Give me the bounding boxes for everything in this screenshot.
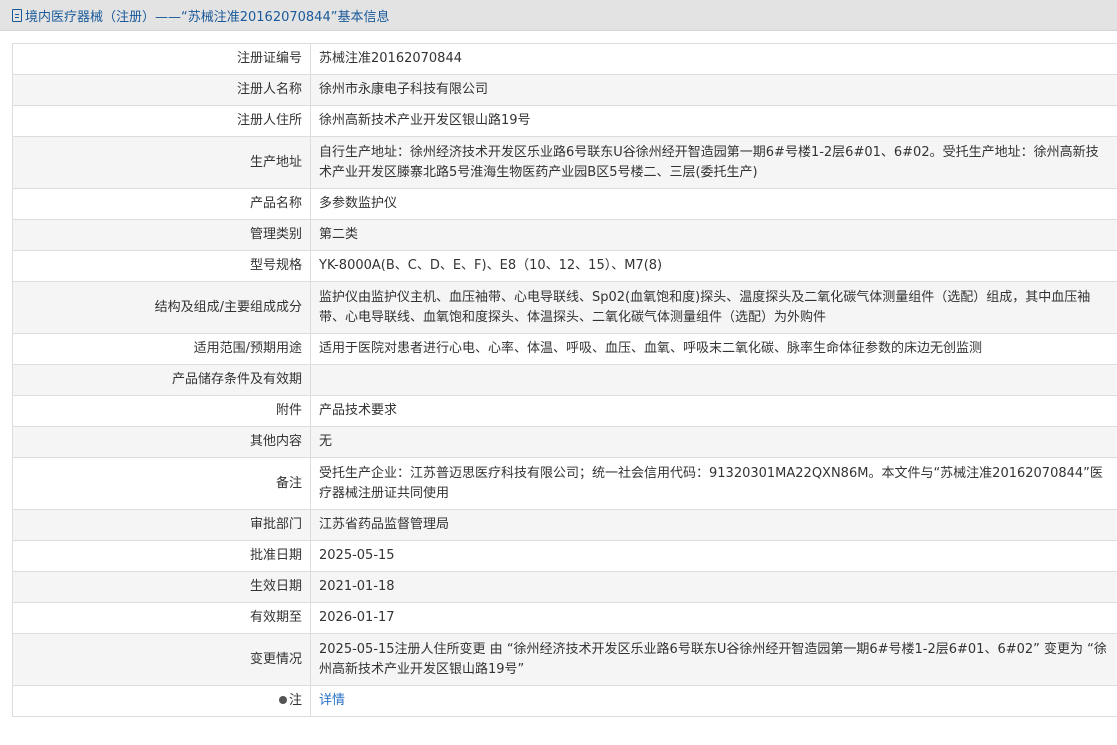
row-value: 第二类 [310, 219, 1117, 251]
row-value: 2021-01-18 [310, 571, 1117, 603]
row-label: 结构及组成/主要组成成分 [12, 281, 311, 334]
row-value: 受托生产企业：江苏普迈思医疗科技有限公司；统一社会信用代码：91320301MA… [310, 457, 1117, 510]
table-row: 型号规格 YK-8000A(B、C、D、E、F)、E8（10、12、15）、M7… [12, 250, 1117, 282]
table-row: 注 详情 [12, 685, 1117, 717]
row-label: 备注 [12, 457, 311, 510]
row-label: 注册人住所 [12, 105, 311, 137]
table-row: 附件 产品技术要求 [12, 395, 1117, 427]
table-row: 生产地址 自行生产地址：徐州经济技术开发区乐业路6号联东U谷徐州经开智造园第一期… [12, 136, 1117, 189]
page-title: 境内医疗器械（注册）——“苏械注准20162070844”基本信息 [25, 9, 390, 25]
table-row: 注册人名称 徐州市永康电子科技有限公司 [12, 74, 1117, 106]
row-value: 徐州高新技术产业开发区银山路19号 [310, 105, 1117, 137]
bulb-icon [278, 696, 287, 704]
row-label: 审批部门 [12, 509, 311, 541]
row-value: 适用于医院对患者进行心电、心率、体温、呼吸、血压、血氧、呼吸末二氧化碳、脉率生命… [310, 333, 1117, 365]
row-value: 自行生产地址：徐州经济技术开发区乐业路6号联东U谷徐州经开智造园第一期6#号楼1… [310, 136, 1117, 189]
row-label: 有效期至 [12, 602, 311, 634]
table-row: 注册人住所 徐州高新技术产业开发区银山路19号 [12, 105, 1117, 137]
row-label: 产品名称 [12, 188, 311, 220]
table-row: 生效日期 2021-01-18 [12, 571, 1117, 603]
row-value: 无 [310, 426, 1117, 458]
row-value [310, 364, 1117, 396]
row-value: 苏械注准20162070844 [310, 43, 1117, 75]
row-label: 注 [12, 685, 311, 717]
row-label: 型号规格 [12, 250, 311, 282]
row-value: 产品技术要求 [310, 395, 1117, 427]
row-value: 监护仪由监护仪主机、血压袖带、心电导联线、Sp02(血氧饱和度)探头、温度探头及… [310, 281, 1117, 334]
table-row: 其他内容 无 [12, 426, 1117, 458]
table-row: 产品名称 多参数监护仪 [12, 188, 1117, 220]
row-label: 注册证编号 [12, 43, 311, 75]
row-value: 徐州市永康电子科技有限公司 [310, 74, 1117, 106]
row-value: 2026-01-17 [310, 602, 1117, 634]
details-link[interactable]: 详情 [319, 693, 345, 708]
row-label: 变更情况 [12, 633, 311, 686]
row-value: 2025-05-15注册人住所变更 由 “徐州经济技术开发区乐业路6号联东U谷徐… [310, 633, 1117, 686]
row-label: 生效日期 [12, 571, 311, 603]
row-value: 江苏省药品监督管理局 [310, 509, 1117, 541]
row-label: 其他内容 [12, 426, 311, 458]
table-row: 管理类别 第二类 [12, 219, 1117, 251]
row-label: 注册人名称 [12, 74, 311, 106]
device-info-table: 注册证编号 苏械注准20162070844 注册人名称 徐州市永康电子科技有限公… [12, 43, 1117, 717]
page-title-bar: 境内医疗器械（注册）——“苏械注准20162070844”基本信息 [0, 0, 1117, 31]
note-label: 注 [288, 693, 302, 708]
table-row: 批准日期 2025-05-15 [12, 540, 1117, 572]
table-row: 适用范围/预期用途 适用于医院对患者进行心电、心率、体温、呼吸、血压、血氧、呼吸… [12, 333, 1117, 365]
row-label: 批准日期 [12, 540, 311, 572]
table-row: 结构及组成/主要组成成分 监护仪由监护仪主机、血压袖带、心电导联线、Sp02(血… [12, 281, 1117, 334]
content-area: 注册证编号 苏械注准20162070844 注册人名称 徐州市永康电子科技有限公… [0, 31, 1117, 717]
row-label: 生产地址 [12, 136, 311, 189]
document-icon [12, 8, 22, 22]
row-label: 管理类别 [12, 219, 311, 251]
table-row: 审批部门 江苏省药品监督管理局 [12, 509, 1117, 541]
row-label: 适用范围/预期用途 [12, 333, 311, 365]
row-value: 详情 [310, 685, 1117, 717]
table-row: 注册证编号 苏械注准20162070844 [12, 43, 1117, 75]
row-value: YK-8000A(B、C、D、E、F)、E8（10、12、15）、M7(8) [310, 250, 1117, 282]
row-label: 附件 [12, 395, 311, 427]
table-row: 有效期至 2026-01-17 [12, 602, 1117, 634]
table-row: 变更情况 2025-05-15注册人住所变更 由 “徐州经济技术开发区乐业路6号… [12, 633, 1117, 686]
table-row: 备注 受托生产企业：江苏普迈思医疗科技有限公司；统一社会信用代码：9132030… [12, 457, 1117, 510]
row-value: 多参数监护仪 [310, 188, 1117, 220]
row-label: 产品储存条件及有效期 [12, 364, 311, 396]
row-value: 2025-05-15 [310, 540, 1117, 572]
table-row: 产品储存条件及有效期 [12, 364, 1117, 396]
